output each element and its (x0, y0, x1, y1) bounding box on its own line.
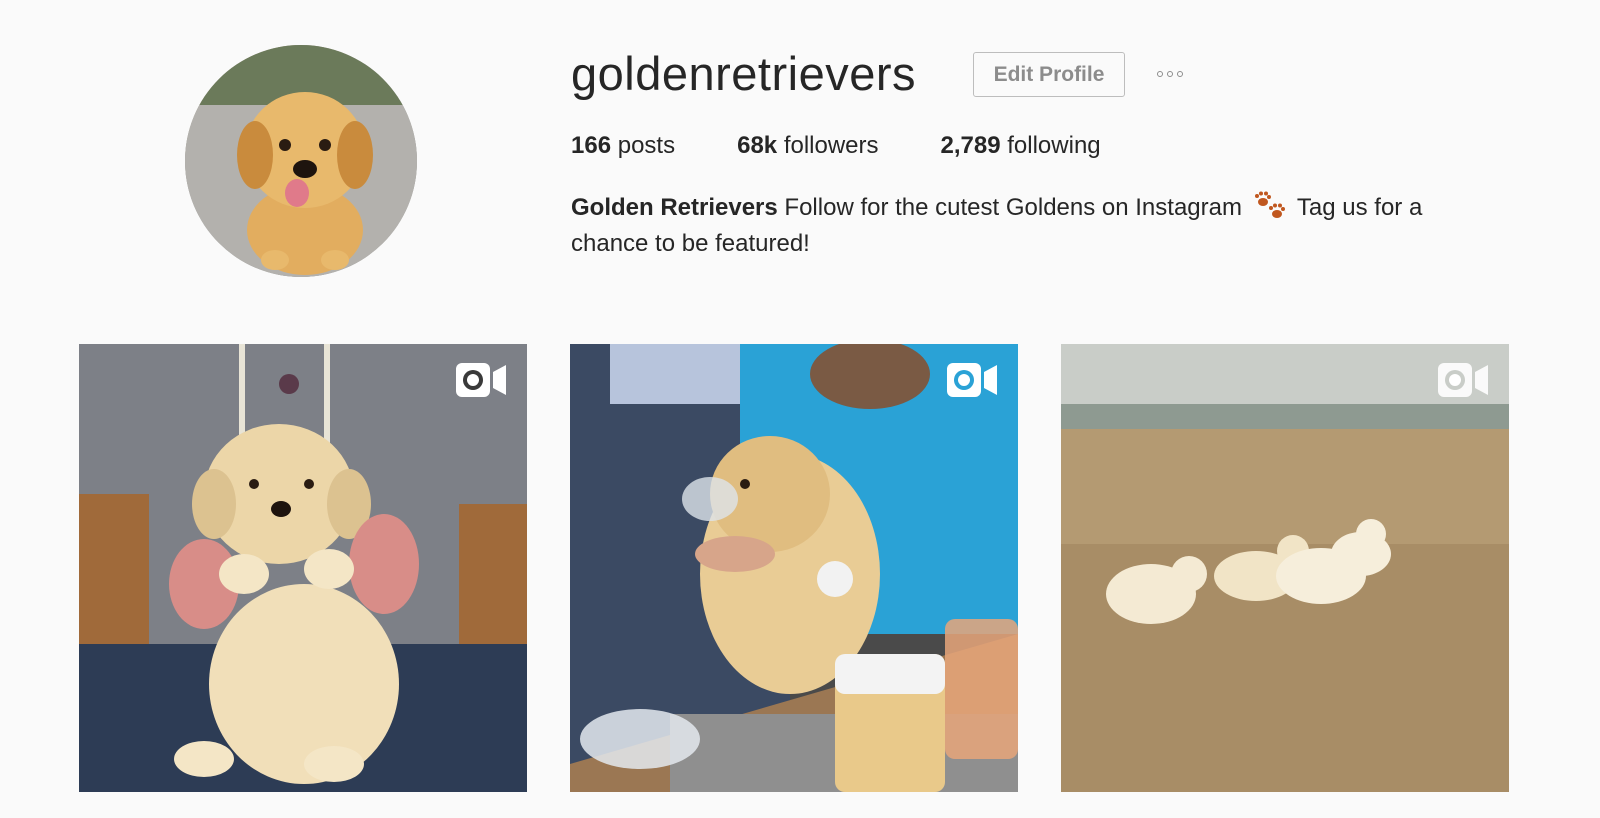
more-options-icon[interactable] (1148, 62, 1192, 86)
profile-bio: Golden Retrievers Follow for the cutest … (571, 190, 1471, 262)
dot-icon (1177, 71, 1183, 77)
dot-icon (1167, 71, 1173, 77)
following-count: 2,789 (940, 132, 1001, 159)
followers-label: followers (783, 132, 879, 159)
avatar-image (185, 45, 417, 277)
followers-count: 68k (737, 132, 778, 159)
posts-label: posts (617, 132, 676, 159)
profile-avatar[interactable] (185, 45, 417, 277)
video-camera-icon (947, 363, 997, 397)
dot-icon (1157, 71, 1163, 77)
paw-prints-icon (1254, 191, 1285, 218)
post-thumbnail[interactable] (570, 344, 1018, 792)
post-image (1061, 344, 1509, 792)
profile-username: goldenretrievers (571, 47, 917, 100)
bio-full-name: Golden Retrievers (571, 194, 778, 221)
following-label: following (1007, 132, 1101, 159)
profile-stats: 166 posts 68k followers 2,789 following (571, 130, 1101, 162)
post-image (79, 344, 527, 792)
video-camera-icon (456, 363, 506, 397)
edit-profile-button[interactable]: Edit Profile (973, 52, 1125, 97)
bio-text-before: Follow for the cutest Goldens on Instagr… (777, 194, 1249, 221)
post-thumbnail[interactable] (79, 344, 527, 792)
posts-count: 166 (571, 132, 612, 159)
video-camera-icon (1438, 363, 1488, 397)
followers-stat[interactable]: 68k followers (737, 130, 878, 162)
following-stat[interactable]: 2,789 following (941, 130, 1101, 162)
post-thumbnail[interactable] (1061, 344, 1509, 792)
post-image (570, 344, 1018, 792)
posts-stat: 166 posts (571, 130, 675, 162)
